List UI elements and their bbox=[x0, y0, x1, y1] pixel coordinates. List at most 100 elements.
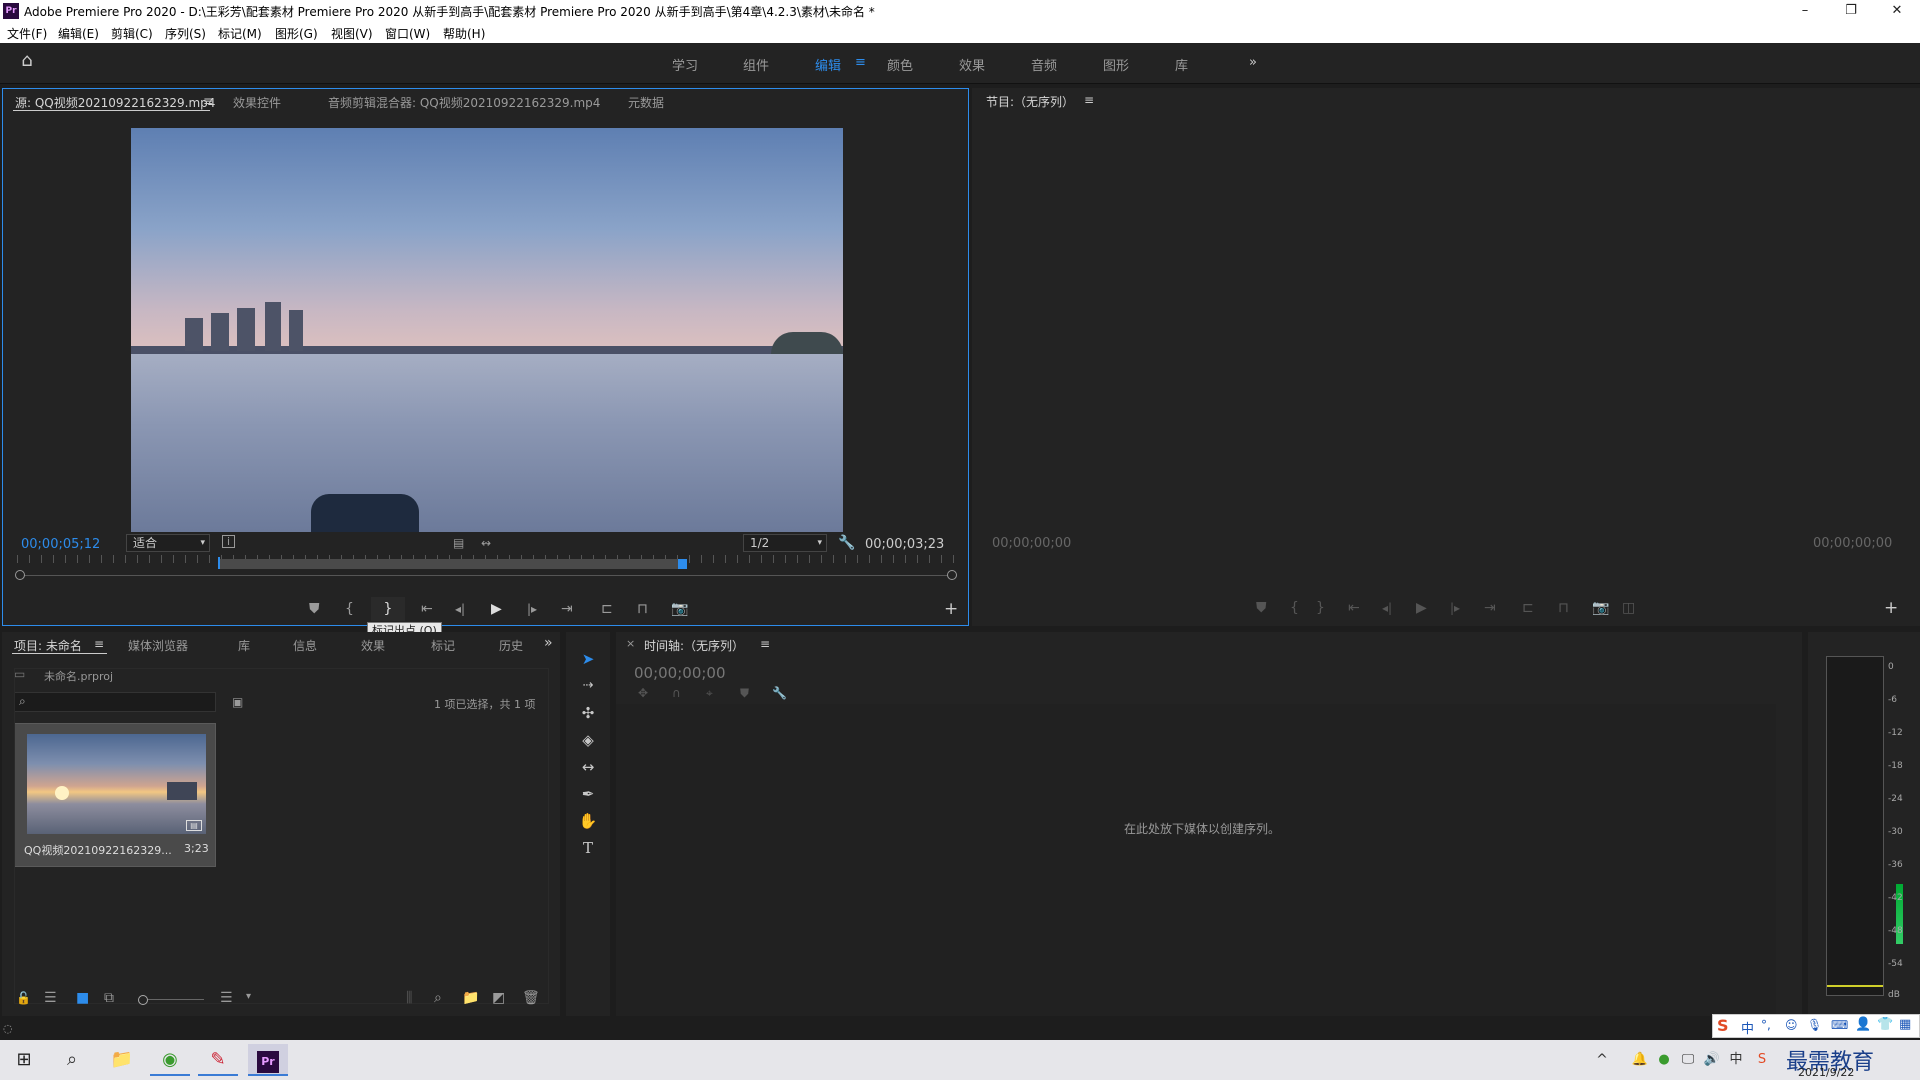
mark-in-icon[interactable]: { bbox=[345, 601, 354, 617]
step-forward-icon[interactable]: |▸ bbox=[527, 601, 537, 617]
wrench-icon[interactable]: 🔧 bbox=[838, 535, 855, 551]
ime-chinese-mode[interactable]: 中 bbox=[1741, 1018, 1754, 1037]
zoom-slider[interactable] bbox=[148, 999, 204, 1000]
menu-clip[interactable]: 剪辑(C) bbox=[111, 25, 153, 42]
lift-icon[interactable]: ⊏ bbox=[1522, 600, 1534, 616]
drag-video-icon[interactable]: ▤ bbox=[453, 535, 464, 551]
freeform-view-icon[interactable]: ⧉ bbox=[104, 990, 114, 1006]
workspace-editing[interactable]: 编辑 bbox=[815, 55, 841, 74]
play-icon[interactable]: ▶ bbox=[491, 601, 502, 617]
tab-libraries[interactable]: 库 bbox=[238, 637, 250, 654]
linked-selection-icon[interactable]: ⌖ bbox=[706, 685, 713, 701]
slip-tool-icon[interactable]: ↔ bbox=[577, 756, 599, 778]
new-item-icon[interactable]: ◩ bbox=[492, 990, 505, 1006]
zoom-handle-right[interactable] bbox=[947, 570, 957, 580]
mark-out-icon[interactable]: } bbox=[1316, 600, 1325, 616]
tray-app-icon[interactable]: ● bbox=[1654, 1044, 1674, 1076]
browser-icon[interactable]: ◉ bbox=[150, 1044, 190, 1076]
trash-icon[interactable]: 🗑 bbox=[522, 990, 540, 1006]
project-search-input[interactable]: ⌕ bbox=[14, 692, 216, 712]
panel-menu-icon[interactable]: ≡ bbox=[1084, 93, 1094, 107]
paint-app-icon[interactable]: ✎ bbox=[198, 1044, 238, 1076]
premiere-taskbar-icon[interactable]: Pr bbox=[248, 1044, 288, 1076]
ime-emoji[interactable]: ☺ bbox=[1785, 1018, 1798, 1032]
safe-margins-icon[interactable]: i bbox=[222, 535, 235, 548]
icon-view-icon[interactable]: ■ bbox=[76, 990, 89, 1006]
add-marker-icon[interactable]: ⛊ bbox=[1256, 600, 1267, 616]
zoom-scrollbar[interactable] bbox=[17, 575, 954, 576]
in-point-marker[interactable] bbox=[218, 557, 220, 569]
search-icon[interactable]: ⌕ bbox=[52, 1044, 92, 1076]
workspace-assembly[interactable]: 组件 bbox=[743, 55, 769, 74]
step-back-icon[interactable]: ◂| bbox=[1382, 600, 1392, 616]
workspace-effects[interactable]: 效果 bbox=[959, 55, 985, 74]
go-to-in-icon[interactable]: ⇤ bbox=[1348, 600, 1360, 616]
go-to-out-icon[interactable]: ⇥ bbox=[1484, 600, 1496, 616]
new-bin-from-search-icon[interactable]: ▣ bbox=[232, 694, 243, 710]
ime-user-icon[interactable]: 👤 bbox=[1855, 1017, 1871, 1032]
playback-resolution-select[interactable]: 1/2 ▾ bbox=[743, 534, 827, 552]
hand-tool-icon[interactable]: ✋ bbox=[577, 810, 599, 832]
pen-tool-icon[interactable]: ✒ bbox=[577, 783, 599, 805]
insert-icon[interactable]: ⊏ bbox=[601, 601, 613, 617]
workspace-more-icon[interactable]: » bbox=[1249, 55, 1257, 70]
menu-marker[interactable]: 标记(M) bbox=[218, 25, 262, 42]
tab-timeline[interactable]: 时间轴:（无序列） bbox=[644, 637, 744, 654]
find-icon[interactable]: ⌕ bbox=[434, 990, 442, 1006]
workspace-color[interactable]: 颜色 bbox=[887, 55, 913, 74]
tab-media-browser[interactable]: 媒体浏览器 bbox=[128, 637, 188, 654]
home-icon[interactable]: ⌂ bbox=[16, 52, 38, 75]
track-select-tool-icon[interactable]: ⇢ bbox=[577, 675, 599, 697]
close-button[interactable]: ✕ bbox=[1874, 0, 1920, 22]
tab-source[interactable]: 源: QQ视频20210922162329.mp4 bbox=[15, 94, 215, 111]
windows-start-icon[interactable]: ⊞ bbox=[4, 1044, 44, 1076]
tab-effect-controls[interactable]: 效果控件 bbox=[233, 94, 281, 111]
panel-menu-icon[interactable]: ≡ bbox=[94, 637, 104, 651]
notification-icon[interactable]: 🔔 bbox=[1630, 1044, 1650, 1076]
lock-icon[interactable]: 🔓 bbox=[16, 990, 31, 1006]
source-video-frame[interactable] bbox=[131, 128, 843, 532]
chevron-down-icon[interactable]: ▾ bbox=[246, 989, 251, 1005]
workspace-libraries[interactable]: 库 bbox=[1175, 55, 1188, 74]
add-marker-icon[interactable]: ⛊ bbox=[740, 685, 749, 701]
menu-view[interactable]: 视图(V) bbox=[331, 25, 373, 42]
tab-info[interactable]: 信息 bbox=[293, 637, 317, 654]
drag-audio-icon[interactable]: ↭ bbox=[481, 535, 491, 551]
sort-icon[interactable]: ☰ bbox=[220, 990, 233, 1006]
razor-tool-icon[interactable]: ◈ bbox=[577, 729, 599, 751]
clip-thumbnail-card[interactable]: ▤ QQ视频20210922162329... 3;23 bbox=[14, 723, 216, 867]
program-timecode-left[interactable]: 00;00;00;00 bbox=[992, 536, 1071, 551]
nest-icon[interactable]: ✥ bbox=[638, 685, 648, 701]
tab-effects[interactable]: 效果 bbox=[361, 637, 385, 654]
step-forward-icon[interactable]: |▸ bbox=[1450, 600, 1460, 616]
minimize-button[interactable]: – bbox=[1782, 0, 1828, 22]
go-to-in-icon[interactable]: ⇤ bbox=[421, 601, 433, 617]
panel-menu-icon[interactable]: ≡ bbox=[203, 94, 213, 108]
file-explorer-icon[interactable]: 📁 bbox=[102, 1044, 142, 1076]
add-button-icon[interactable]: + bbox=[1884, 600, 1898, 617]
go-to-out-icon[interactable]: ⇥ bbox=[561, 601, 573, 617]
sogou-tray-icon[interactable]: S bbox=[1752, 1044, 1772, 1076]
sogou-icon[interactable]: S bbox=[1717, 1016, 1729, 1035]
menu-sequence[interactable]: 序列(S) bbox=[165, 25, 206, 42]
step-back-icon[interactable]: ◂| bbox=[455, 601, 465, 617]
snap-icon[interactable]: ∩ bbox=[672, 685, 681, 701]
add-button-icon[interactable]: + bbox=[944, 601, 958, 618]
ime-skin-icon[interactable]: 👕 bbox=[1877, 1017, 1893, 1032]
tab-project[interactable]: 项目: 未命名 bbox=[14, 637, 82, 654]
in-out-range[interactable] bbox=[219, 559, 683, 569]
menu-file[interactable]: 文件(F) bbox=[7, 25, 47, 42]
network-icon[interactable]: 🖵 bbox=[1678, 1044, 1698, 1076]
overwrite-icon[interactable]: ⊓ bbox=[637, 601, 648, 617]
workspace-menu-icon[interactable]: ≡ bbox=[855, 55, 866, 70]
wrench-icon[interactable]: 🔧 bbox=[772, 685, 787, 701]
mark-out-icon[interactable]: } bbox=[371, 597, 405, 621]
volume-icon[interactable]: 🔊 bbox=[1702, 1044, 1722, 1076]
timeline-timecode[interactable]: 00;00;00;00 bbox=[634, 664, 726, 682]
ime-keyboard[interactable]: ⌨ bbox=[1831, 1018, 1848, 1032]
menu-edit[interactable]: 编辑(E) bbox=[58, 25, 99, 42]
comparison-view-icon[interactable]: ◫ bbox=[1622, 600, 1635, 616]
zoom-fit-select[interactable]: 适合 ▾ bbox=[126, 534, 210, 552]
new-bin-icon[interactable]: 📁 bbox=[462, 990, 479, 1006]
tab-markers[interactable]: 标记 bbox=[431, 637, 455, 654]
